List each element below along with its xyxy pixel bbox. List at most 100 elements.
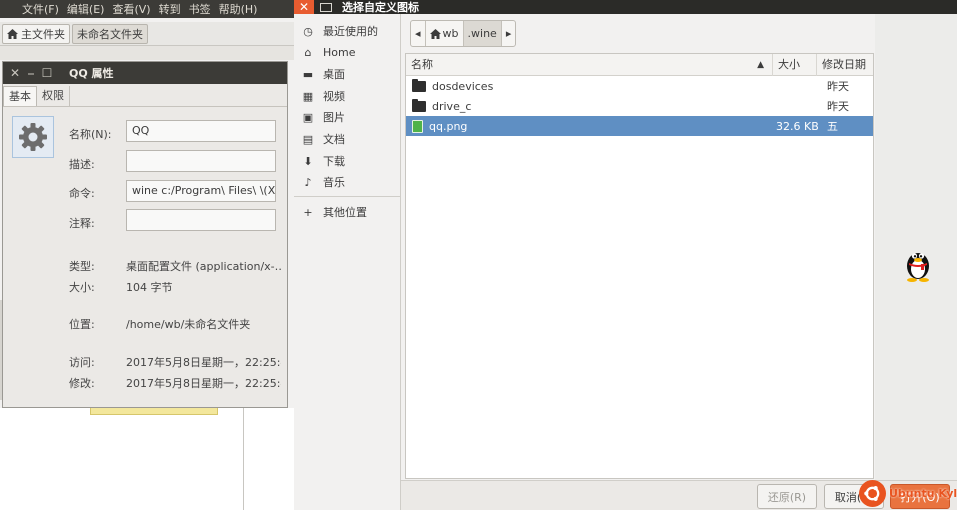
close-icon[interactable]: ✕ <box>7 66 23 80</box>
file-modified: 五 <box>827 120 838 133</box>
sidebar-item-label: 文档 <box>323 133 345 146</box>
chevron-right-icon: ▸ <box>505 27 512 40</box>
sort-ascending-icon: ▲ <box>757 60 764 70</box>
path-home-label: 主文件夹 <box>21 27 65 41</box>
sidebar-item-label: Home <box>323 45 356 59</box>
sidebar-item-label: 视频 <box>323 90 345 103</box>
column-name-label: 名称 <box>411 58 433 71</box>
sidebar-item-home[interactable]: ⌂ Home <box>302 42 356 62</box>
tab-basic[interactable]: 基本 <box>3 86 37 106</box>
chevron-left-icon: ◂ <box>415 27 421 40</box>
path-home-button[interactable]: 主文件夹 <box>2 23 70 44</box>
location-value: /home/wb/未命名文件夹 <box>126 318 251 331</box>
document-icon: ▤ <box>302 132 314 146</box>
clock-icon: ◷ <box>303 24 313 38</box>
file-row-qq-png[interactable]: qq.png 32.6 KB 五 <box>406 116 873 136</box>
comment-field[interactable] <box>126 209 276 231</box>
sidebar-item-desktop[interactable]: ▬ 桌面 <box>302 64 345 84</box>
home-icon: ⌂ <box>304 45 312 59</box>
file-modified: 昨天 <box>827 100 849 113</box>
command-field[interactable]: wine c:/Program\ Files\ \(X86 <box>126 180 276 202</box>
path-home-button[interactable]: wb <box>426 21 464 46</box>
maximize-icon[interactable] <box>320 2 332 12</box>
qq-penguin-preview-icon <box>907 253 929 282</box>
music-icon: ♪ <box>304 175 312 189</box>
sidebar-item-label: 桌面 <box>323 68 345 81</box>
name-label: 名称(N): <box>69 128 112 141</box>
description-label: 描述: <box>69 158 95 171</box>
modified-label: 修改: <box>69 377 95 390</box>
background-strip <box>0 46 300 60</box>
chooser-title: 选择自定义图标 <box>342 1 419 14</box>
home-icon <box>429 28 441 39</box>
close-icon[interactable]: ✕ <box>294 0 314 14</box>
icon-picker-button[interactable] <box>12 116 54 158</box>
file-row-dosdevices[interactable]: dosdevices 昨天 <box>406 76 873 96</box>
modified-value: 2017年5月8日星期一，22:25:48 <box>126 377 281 390</box>
background-pathbar: 主文件夹 未命名文件夹 <box>0 22 300 46</box>
sidebar-item-label: 图片 <box>323 111 345 124</box>
name-field[interactable]: QQ <box>126 120 276 142</box>
menubar: 文件(F) 编辑(E) 查看(V) 转到 书签 帮助(H) <box>0 0 300 18</box>
sidebar-item-documents[interactable]: ▤ 文档 <box>302 129 345 149</box>
maximize-icon[interactable]: ☐ <box>39 66 55 80</box>
menu-go[interactable]: 转到 <box>159 1 181 17</box>
file-list: 名称 ▲ 大小 修改日期 dosdevices 昨天 drive_c 昨天 qq… <box>405 53 874 479</box>
sidebar-item-recent[interactable]: ◷ 最近使用的 <box>302 21 378 41</box>
file-name: drive_c <box>432 99 472 113</box>
home-icon <box>7 28 18 39</box>
column-name-header[interactable]: 名称 ▲ <box>406 54 773 76</box>
background-content <box>0 408 300 510</box>
properties-dialog: ✕ ⎯ ☐ QQ 属性 基本 权限 名称(N): QQ 描述: 命令: wine… <box>2 61 288 408</box>
menu-file[interactable]: 文件(F) <box>22 1 59 17</box>
places-sidebar: ◷ 最近使用的 ⌂ Home ▬ 桌面 ▦ 视频 ▣ 图片 ▤ 文档 ⬇ 下载 … <box>294 14 401 510</box>
picture-icon: ▣ <box>302 110 314 124</box>
sidebar-item-label: 音乐 <box>323 176 345 189</box>
path-folder-label: 未命名文件夹 <box>77 27 143 41</box>
menu-help[interactable]: 帮助(H) <box>219 1 258 17</box>
revert-button[interactable]: 还原(R) <box>757 484 817 509</box>
gear-icon <box>19 123 47 151</box>
image-file-icon <box>412 119 423 133</box>
plus-icon: + <box>303 205 313 219</box>
minimize-icon[interactable]: ⎯ <box>23 66 39 81</box>
properties-titlebar: ✕ ⎯ ☐ QQ 属性 <box>3 62 287 84</box>
size-label: 大小: <box>69 281 95 294</box>
sidebar-item-label: 下载 <box>323 155 345 168</box>
column-size-header[interactable]: 大小 <box>773 54 817 76</box>
folder-icon <box>412 78 426 92</box>
path-forward-button[interactable]: ▸ <box>502 21 516 46</box>
menu-edit[interactable]: 编辑(E) <box>67 1 105 17</box>
type-value: 桌面配置文件 (application/x-… <box>126 260 281 273</box>
tab-permissions[interactable]: 权限 <box>37 86 70 106</box>
file-name: dosdevices <box>432 79 494 93</box>
description-field[interactable] <box>126 150 276 172</box>
path-home-label: wb <box>442 27 459 40</box>
path-wine-button[interactable]: .wine <box>463 21 502 46</box>
sidebar-item-downloads[interactable]: ⬇ 下载 <box>302 151 345 171</box>
sidebar-item-label: 其他位置 <box>323 206 367 219</box>
background-divider <box>243 408 244 510</box>
path-folder-button[interactable]: 未命名文件夹 <box>72 23 148 44</box>
watermark-text: Ubuntu Kylin <box>889 486 957 500</box>
sidebar-item-music[interactable]: ♪ 音乐 <box>302 172 345 192</box>
column-modified-header[interactable]: 修改日期 <box>817 54 873 76</box>
sidebar-item-videos[interactable]: ▦ 视频 <box>302 86 345 106</box>
menu-view[interactable]: 查看(V) <box>112 1 150 17</box>
menu-bookmarks[interactable]: 书签 <box>189 1 211 17</box>
download-icon: ⬇ <box>303 154 313 168</box>
path-wine-label: .wine <box>467 27 497 40</box>
location-label: 位置: <box>69 318 95 331</box>
sidebar-item-other-locations[interactable]: + 其他位置 <box>302 202 367 222</box>
path-back-button[interactable]: ◂ <box>411 21 426 46</box>
size-value: 104 字节 <box>126 281 173 294</box>
file-name: qq.png <box>429 119 468 133</box>
chooser-pathbar: ◂ wb .wine ▸ <box>410 20 517 47</box>
file-name-cell: dosdevices <box>412 78 494 93</box>
sidebar-separator <box>294 196 400 197</box>
file-row-drive-c[interactable]: drive_c 昨天 <box>406 96 873 116</box>
comment-label: 注释: <box>69 217 95 230</box>
folder-icon <box>412 98 426 112</box>
sidebar-item-pictures[interactable]: ▣ 图片 <box>302 107 345 127</box>
file-chooser-dialog: ✕ 选择自定义图标 ◷ 最近使用的 ⌂ Home ▬ 桌面 ▦ 视频 ▣ 图片 … <box>294 0 957 510</box>
